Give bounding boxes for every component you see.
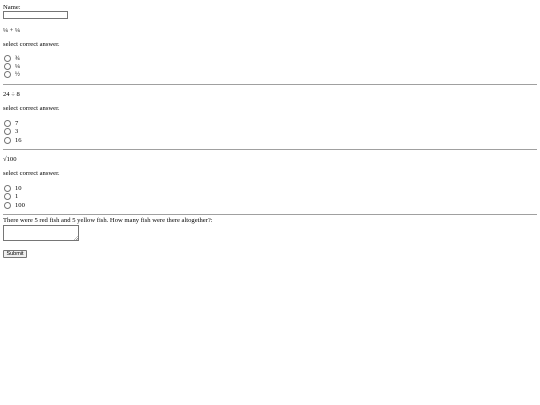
radio-button[interactable] xyxy=(4,71,11,78)
option-label: ½ xyxy=(15,71,20,78)
divider xyxy=(3,149,537,150)
radio-button[interactable] xyxy=(4,202,11,209)
radio-button[interactable] xyxy=(4,193,11,200)
question-3-text: √100 xyxy=(3,156,17,163)
question-3-instruction: select correct answer. xyxy=(3,170,60,177)
option-label: 1 xyxy=(15,193,19,200)
radio-button[interactable] xyxy=(4,55,11,62)
option-label: 10 xyxy=(15,185,22,192)
option-label: ¾ xyxy=(15,55,20,62)
question-2-option-1[interactable]: 7 xyxy=(4,120,18,128)
resize-handle-icon[interactable] xyxy=(74,236,78,240)
question-2-instruction: select correct answer. xyxy=(3,105,60,112)
question-1-option-1[interactable]: ¾ xyxy=(4,55,20,63)
question-3-option-1[interactable]: 10 xyxy=(4,185,22,193)
answer-field-wrapper[interactable] xyxy=(3,225,79,241)
open-question-text: There were 5 red fish and 5 yellow fish.… xyxy=(3,217,213,224)
question-2-text: 24 ÷ 8 xyxy=(3,91,20,98)
radio-button[interactable] xyxy=(4,63,11,70)
name-field[interactable] xyxy=(3,11,68,19)
question-2-option-2[interactable]: 3 xyxy=(4,128,18,136)
question-2-option-3[interactable]: 16 xyxy=(4,137,22,145)
option-label: ¼ xyxy=(15,63,20,70)
question-1-option-2[interactable]: ¼ xyxy=(4,63,20,71)
divider xyxy=(3,84,537,85)
option-label: 3 xyxy=(15,128,19,135)
question-1-option-3[interactable]: ½ xyxy=(4,71,20,79)
radio-button[interactable] xyxy=(4,137,11,144)
radio-button[interactable] xyxy=(4,128,11,135)
question-1-instruction: select correct answer. xyxy=(3,41,60,48)
radio-button[interactable] xyxy=(4,120,11,127)
divider xyxy=(3,214,537,215)
submit-button[interactable]: Submit xyxy=(3,250,27,258)
question-3-option-2[interactable]: 1 xyxy=(4,193,18,201)
option-label: 7 xyxy=(15,120,19,127)
option-label: 16 xyxy=(15,137,22,144)
quiz-form: Name: ¼ + ¼ select correct answer. ¾ ¼ ½… xyxy=(0,0,540,405)
radio-button[interactable] xyxy=(4,185,11,192)
answer-field[interactable] xyxy=(3,225,79,241)
question-3-option-3[interactable]: 100 xyxy=(4,202,25,210)
option-label: 100 xyxy=(15,202,25,209)
question-1-text: ¼ + ¼ xyxy=(3,27,20,34)
